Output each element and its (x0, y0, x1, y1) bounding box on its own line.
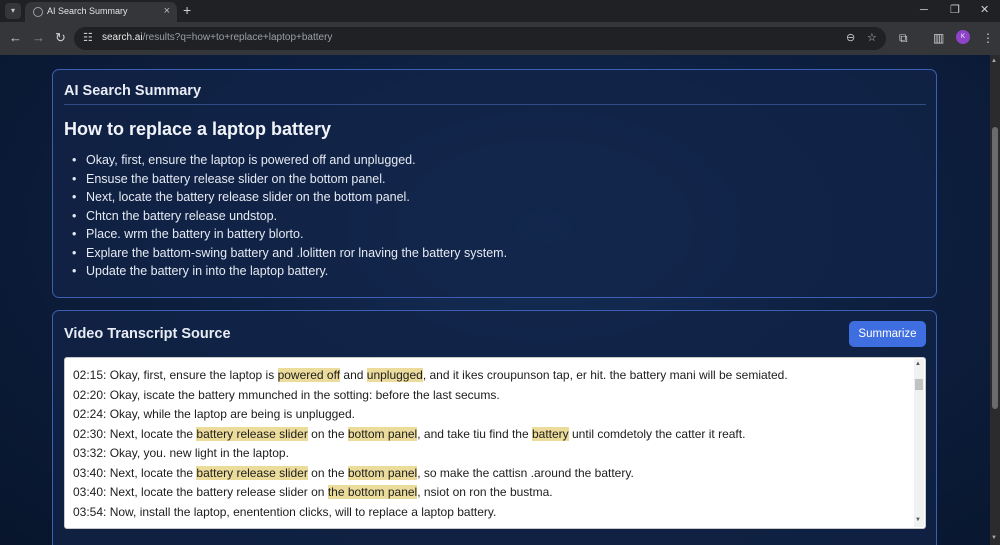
close-window-icon[interactable]: ✕ (980, 2, 989, 18)
highlighted-keyword: battery release slider (196, 465, 308, 480)
summary-item: Ensuse the battery release slider on the… (64, 170, 924, 189)
summary-item: Place. wrm the battery in battery blorto… (64, 225, 924, 244)
transcript-text: 03:54: Now, install the laptop, enentent… (73, 504, 497, 519)
transcript-line: 02:30: Next, locate the battery release … (73, 425, 915, 445)
page-scroll-up-icon[interactable]: ▲ (991, 58, 997, 64)
page-scrollbar[interactable]: ▲ ▼ (990, 55, 1000, 545)
summary-divider (64, 104, 926, 105)
transcript-text: 02:20: Okay, iscate the battery mmunched… (73, 387, 500, 402)
transcript-text: 03:40: Next, locate the battery release … (73, 485, 328, 499)
browser-tab-bar: ▾ AI Search Summary × + ─ ❐ ✕ (0, 0, 1000, 22)
transcript-lines: 02:15: Okay, first, ensure the laptop is… (73, 366, 915, 522)
transcript-line: 03:54: Now, install the laptop, enentent… (73, 503, 915, 523)
transcript-text: , nsiot on ron the bustma. (417, 485, 553, 499)
summary-item: Chtcn the battery release undstop. (64, 207, 924, 226)
transcript-line: 02:24: Okay, while the laptop are being … (73, 405, 915, 425)
summary-list: Okay, first, ensure the laptop is powere… (64, 151, 924, 281)
transcript-box[interactable]: 02:15: Okay, first, ensure the laptop is… (64, 357, 926, 529)
browser-toolbar: ← → ↻ ☷ search.ai/results?q=how+to+repla… (0, 22, 1000, 55)
url-path: /results?q=how+to+replace+laptop+battery (142, 32, 333, 43)
extensions-icon[interactable]: ⧉ (899, 30, 908, 46)
address-bar[interactable]: ☷ search.ai/results?q=how+to+replace+lap… (74, 27, 886, 50)
transcript-text: , and it ikes croupunson tap, er hit. th… (422, 368, 788, 382)
transcript-text: on the (307, 465, 348, 480)
highlighted-keyword: battery (531, 426, 569, 441)
transcript-text: 02:30: Next, locate the (73, 426, 197, 441)
transcript-text: and (340, 368, 367, 382)
new-tab-icon[interactable]: + (183, 2, 191, 18)
restore-icon[interactable]: ❐ (950, 2, 960, 18)
summary-title: How to replace a laptop battery (64, 119, 332, 139)
summary-item: Update the battery in into the laptop ba… (64, 262, 924, 281)
summary-item: Next, locate the battery release slider … (64, 188, 924, 207)
highlighted-keyword: unplugged (366, 368, 423, 382)
reload-icon[interactable]: ↻ (55, 30, 66, 46)
side-panel-icon[interactable]: ▥ (933, 30, 944, 46)
favicon-icon (33, 7, 43, 17)
summary-item: Okay, first, ensure the laptop is powere… (64, 151, 924, 170)
page-scroll-down-icon[interactable]: ▼ (991, 535, 997, 541)
highlighted-keyword: bottom panel (347, 465, 418, 480)
summary-item: Explare the battom-swing battery and .lo… (64, 244, 924, 263)
transcript-line: 03:40: Next, locate the battery release … (73, 464, 915, 484)
tab-search-icon[interactable]: ▾ (5, 3, 21, 19)
transcript-text: , and take tiu find the (417, 426, 532, 441)
transcript-line: 02:20: Okay, iscate the battery mmunched… (73, 386, 915, 406)
transcript-card: Video Transcript Source Summarize 02:15:… (52, 310, 937, 545)
minimize-icon[interactable]: ─ (920, 2, 928, 18)
transcript-text: , so make the cattisn .around the batter… (417, 465, 634, 480)
scroll-down-icon[interactable]: ▼ (915, 517, 921, 523)
highlighted-keyword: bottom panel (347, 426, 418, 441)
tab-close-icon[interactable]: × (164, 5, 170, 17)
highlighted-keyword: powered off (277, 368, 341, 382)
site-info-icon[interactable]: ☷ (83, 31, 93, 44)
transcript-line: 02:15: Okay, first, ensure the laptop is… (73, 366, 915, 386)
page-scroll-thumb[interactable] (992, 127, 998, 409)
browser-tab[interactable]: AI Search Summary × (25, 2, 177, 22)
transcript-scroll-thumb[interactable] (915, 379, 923, 390)
transcript-line: 03:40: Next, locate the battery release … (73, 483, 915, 503)
profile-avatar[interactable]: K (956, 30, 970, 44)
menu-icon[interactable]: ⋮ (982, 30, 994, 46)
transcript-text: until comdetoly the catter it reaft. (568, 426, 746, 441)
zoom-icon[interactable]: ⊖ (846, 31, 855, 45)
summary-heading: AI Search Summary (64, 83, 202, 99)
url-host: search.ai (102, 32, 143, 43)
forward-icon[interactable]: → (32, 30, 45, 46)
transcript-text: 02:15: Okay, first, ensure the laptop is (73, 368, 278, 382)
highlighted-keyword: battery release slider (196, 426, 308, 441)
transcript-scrollbar[interactable]: ▲ ▼ (914, 359, 924, 527)
back-icon[interactable]: ← (9, 30, 22, 46)
transcript-text: 02:24: Okay, while the laptop are being … (73, 407, 355, 421)
scroll-up-icon[interactable]: ▲ (915, 361, 921, 367)
summarize-button[interactable]: Summarize (849, 321, 926, 347)
page-viewport: AI Search Summary How to replace a lapto… (0, 55, 990, 545)
transcript-text: on the (307, 426, 348, 441)
transcript-text: 03:40: Next, locate the (73, 465, 197, 480)
highlighted-keyword: the bottom panel (327, 485, 418, 499)
bookmark-star-icon[interactable]: ☆ (867, 31, 877, 45)
transcript-line: 03:32: Okay, you. new light in the lapto… (73, 444, 915, 464)
url-text[interactable]: search.ai/results?q=how+to+replace+lapto… (102, 32, 332, 43)
transcript-text: 03:32: Okay, you. new light in the lapto… (73, 446, 289, 460)
transcript-heading: Video Transcript Source (64, 326, 231, 342)
tab-title: AI Search Summary (47, 6, 128, 16)
summary-card: AI Search Summary How to replace a lapto… (52, 69, 937, 298)
